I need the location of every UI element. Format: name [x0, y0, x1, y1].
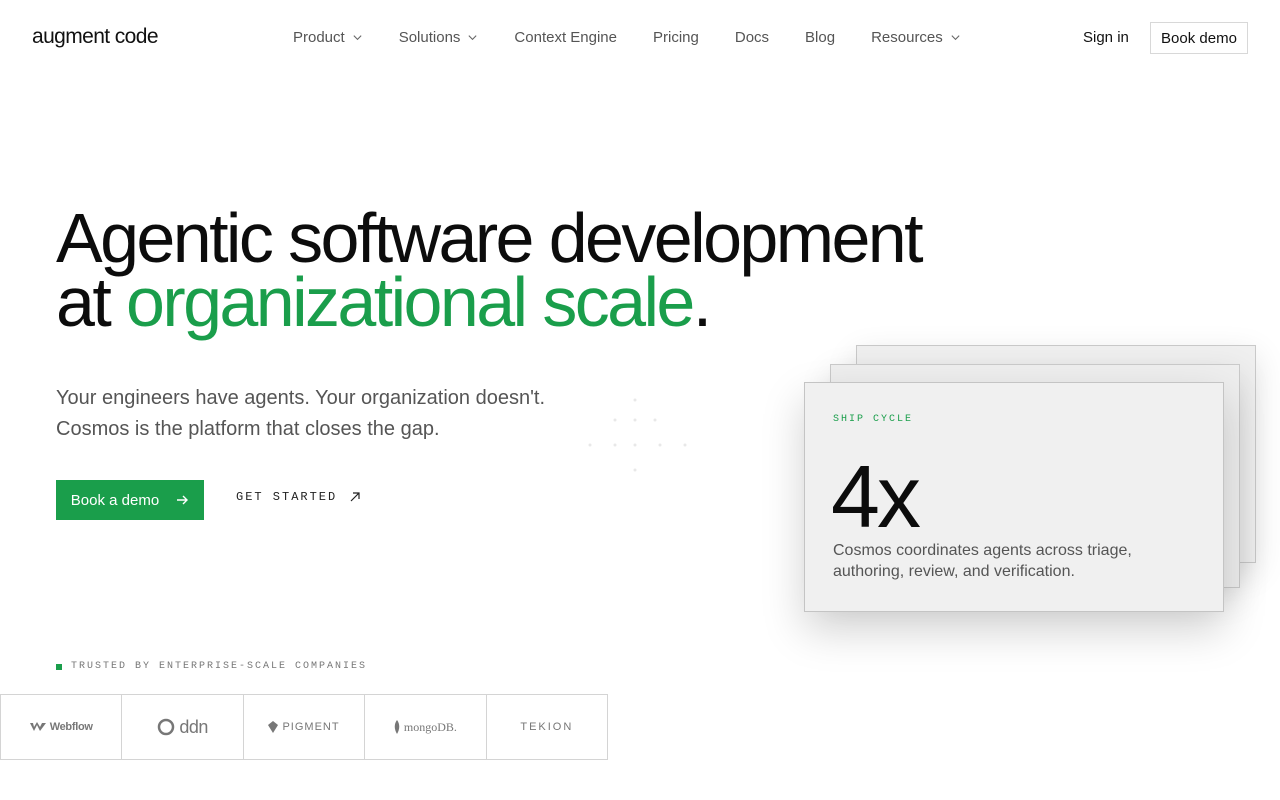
card-stat: 4x — [831, 447, 921, 546]
logo-text: Webflow — [49, 721, 93, 733]
hero-subtitle-line1: Your engineers have agents. Your organiz… — [56, 387, 546, 409]
card-label: SHIP CYCLE — [833, 414, 914, 425]
main-nav: Product Solutions Context Engine Pricing… — [293, 29, 961, 46]
decorative-dots — [588, 398, 687, 472]
nav-item-resources[interactable]: Resources — [871, 29, 961, 46]
arrow-up-right-icon — [350, 492, 360, 502]
logo-mongodb: mongoDB. — [365, 695, 487, 759]
logo-text: mongoDB. — [403, 719, 457, 734]
nav-item-pricing[interactable]: Pricing — [653, 29, 699, 46]
hero-title-prefix: at — [56, 263, 127, 341]
chevron-down-icon — [468, 35, 477, 41]
green-square-icon — [56, 663, 62, 670]
book-a-demo-button[interactable]: Book a demo — [56, 480, 204, 520]
leaf-icon — [394, 720, 400, 734]
logo-text: PIGMENT — [282, 721, 340, 733]
brand-logo[interactable]: augment code — [32, 25, 159, 49]
logo-ddn: ddn — [122, 695, 244, 759]
nav-item-label: Pricing — [653, 29, 699, 46]
nav-item-label: Resources — [871, 29, 943, 46]
logo-webflow: Webflow — [1, 695, 123, 759]
sign-in-link[interactable]: Sign in — [1083, 29, 1129, 46]
hero-title-suffix: . — [692, 263, 712, 341]
cta-primary-label: Book a demo — [70, 491, 160, 509]
card-description: Cosmos coordinates agents across triage,… — [833, 542, 1132, 580]
hero-subtitle-line2: Cosmos is the platform that closes the g… — [56, 418, 440, 440]
nav-item-label: Context Engine — [514, 29, 617, 46]
get-started-link[interactable]: GET STARTED — [236, 490, 361, 504]
chevron-down-icon — [951, 35, 960, 41]
hero-title-accent: organizational scale — [126, 263, 695, 341]
cta-secondary-label: GET STARTED — [236, 490, 338, 504]
nav-item-solutions[interactable]: Solutions — [399, 29, 479, 46]
pigment-icon — [268, 721, 279, 733]
nav-item-docs[interactable]: Docs — [735, 29, 769, 46]
nav-item-label: Blog — [805, 29, 836, 46]
logo-tekion: TEKION — [487, 695, 607, 759]
logo-text: ddn — [179, 716, 208, 737]
logo-text: TEKION — [520, 721, 574, 733]
nav-item-label: Docs — [734, 29, 770, 46]
arrow-right-icon — [177, 495, 189, 505]
webflow-icon — [29, 722, 46, 731]
site-header: augment code Product Solutions Context E… — [0, 0, 1280, 76]
book-demo-button[interactable]: Book demo — [1150, 22, 1248, 54]
nav-item-product[interactable]: Product — [293, 29, 363, 46]
nav-item-blog[interactable]: Blog — [805, 29, 835, 46]
nav-item-context-engine[interactable]: Context Engine — [514, 29, 617, 46]
ddn-icon — [158, 718, 175, 736]
trusted-label: TRUSTED BY ENTERPRISE-SCALE COMPANIES — [56, 661, 367, 672]
nav-item-label: Product — [293, 29, 345, 46]
hero-subtitle: Your engineers have agents. Your organiz… — [56, 383, 545, 445]
logo-pigment: PIGMENT — [244, 695, 366, 759]
hero-title: Agentic software development at organiza… — [56, 203, 924, 337]
chevron-down-icon — [353, 35, 362, 41]
trusted-label-text: TRUSTED BY ENTERPRISE-SCALE COMPANIES — [71, 661, 368, 672]
ship-cycle-card: SHIP CYCLE 4x Cosmos coordinates agents … — [804, 382, 1224, 612]
customer-logos: Webflow ddn PIGMENT mongoDB. TEKION — [0, 694, 608, 760]
nav-item-label: Solutions — [398, 29, 461, 46]
